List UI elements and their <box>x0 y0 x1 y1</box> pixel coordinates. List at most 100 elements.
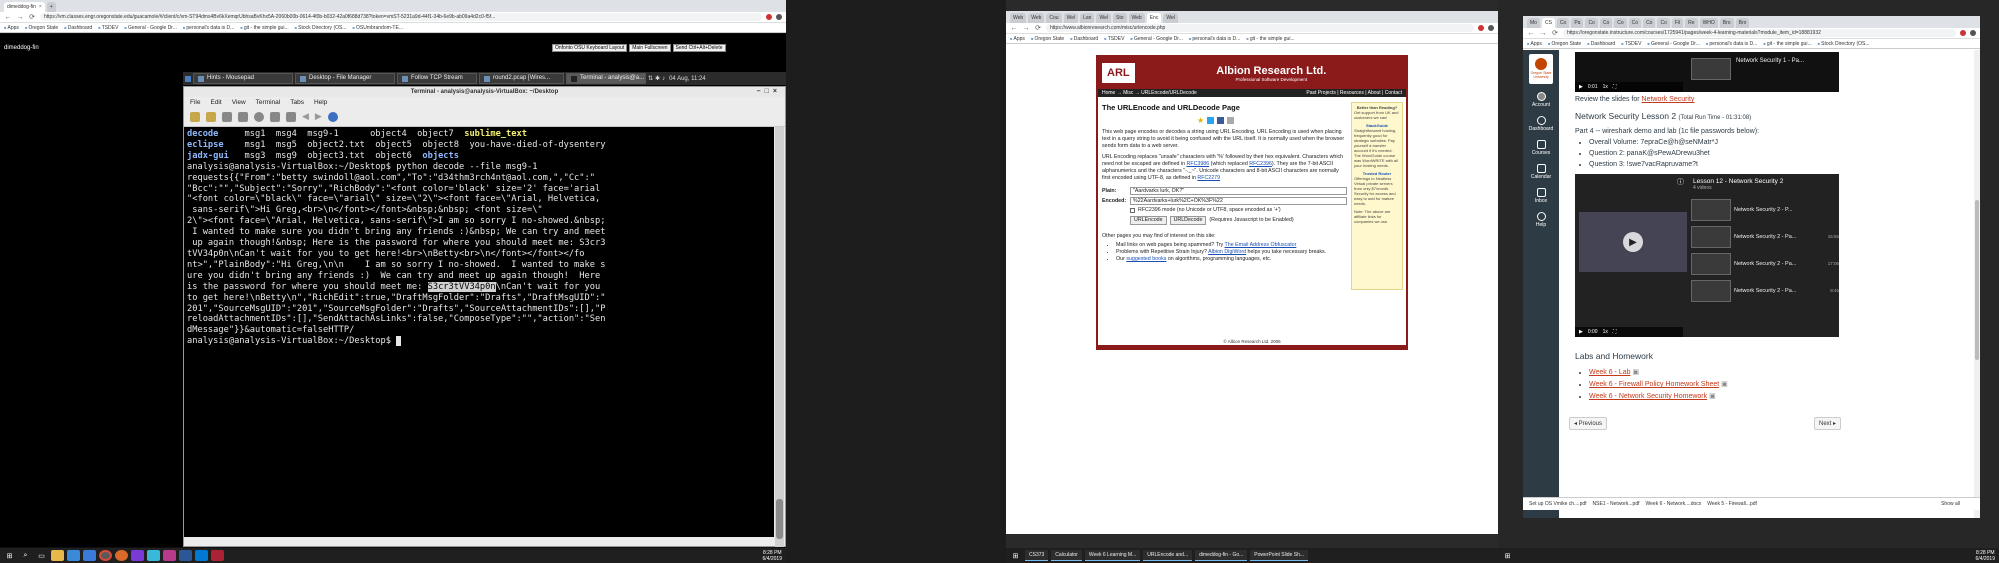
books-link[interactable]: suggested books <box>1126 256 1166 262</box>
file-icon[interactable]: ▣ <box>1721 381 1728 388</box>
bookmark[interactable]: Dashboard <box>1587 41 1615 47</box>
video-player-1[interactable]: Network Security 1 - Pa... ▶ 0:01 1x ⛶ <box>1575 52 1839 92</box>
menu-edit[interactable]: Edit <box>210 99 221 106</box>
windows-start-icon[interactable]: ⊞ <box>1009 550 1022 561</box>
bookmark[interactable]: TSDEV <box>1104 36 1125 42</box>
url-field[interactable]: https://oregonstate.instructure.com/cour… <box>1563 29 1956 37</box>
firefox-icon[interactable] <box>115 550 128 561</box>
forward-icon[interactable]: → <box>16 14 24 21</box>
bookmark[interactable]: Stock Directory (OS... <box>295 25 346 31</box>
paste-icon[interactable] <box>238 111 248 122</box>
panel-task[interactable]: Follow TCP Stream <box>397 73 477 84</box>
encoded-input[interactable]: %22Aardvarks+lurk%2C+OK%3F%22 <box>1130 197 1347 205</box>
bookmark[interactable]: TSDEV <box>98 25 119 31</box>
task-view-icon[interactable]: ▭ <box>35 550 48 561</box>
network-icon[interactable]: ⇅ <box>648 75 653 82</box>
keyboard-layout-button[interactable]: Onfonto OSU Keyboard Layout <box>552 44 628 52</box>
lab-link[interactable]: Week 6 - Lab <box>1589 369 1631 376</box>
rfc3986-link[interactable]: RFC3986 <box>1187 161 1210 167</box>
video-frame[interactable]: ▶ <box>1579 212 1687 272</box>
playlist-item[interactable]: Network Security 2 - Pa... 9:45 <box>1691 277 1839 304</box>
nav-links[interactable]: Past Projects | Resources | About | Cont… <box>1306 90 1402 96</box>
slides-link[interactable]: Network Security <box>1642 96 1695 103</box>
reload-icon[interactable]: ⟳ <box>1034 24 1042 32</box>
extension-icon[interactable] <box>1478 25 1484 31</box>
nav-inbox[interactable]: Inbox <box>1523 188 1559 204</box>
chrome-tab[interactable]: Co <box>1657 18 1670 28</box>
obfuscator-link[interactable]: The Email Address Obfuscator <box>1225 242 1297 248</box>
chrome-tab[interactable]: Fil <box>1671 18 1684 28</box>
vm-viewport[interactable]: dimeddog-fin Onfonto OSU Keyboard Layout… <box>0 34 786 547</box>
panel-task[interactable]: Hints - Mousepad <box>193 73 293 84</box>
bookmark[interactable]: General - Google Dr... <box>1647 41 1700 47</box>
taskbar-item[interactable]: dimeddog-fin - Go... <box>1195 550 1248 561</box>
digiword-link[interactable]: Albion DigiWord <box>1208 249 1246 255</box>
help-icon[interactable] <box>327 111 338 122</box>
bookmark[interactable]: Apps <box>1527 41 1542 47</box>
bookmark[interactable]: personal's data is D... <box>183 25 234 31</box>
bookmark[interactable]: personal's data is D... <box>1706 41 1757 47</box>
chrome-tab[interactable]: Cou <box>1046 13 1062 23</box>
chrome-tab[interactable]: Wel <box>1096 13 1111 23</box>
urldecode-button[interactable]: URLDecode <box>1169 216 1207 225</box>
scroll-thumb[interactable] <box>1975 200 1979 360</box>
zoom-icon[interactable] <box>286 111 296 122</box>
nav-help[interactable]: Help <box>1523 212 1559 228</box>
bookmark[interactable]: General - Google Dr... <box>1130 36 1183 42</box>
email-icon[interactable] <box>1227 117 1235 124</box>
fullscreen-button[interactable]: Main Fullscreen <box>629 44 671 52</box>
playlist-item[interactable]: Network Security 2 - P... <box>1691 196 1839 223</box>
new-window-icon[interactable] <box>206 111 216 122</box>
taskbar-item[interactable]: URLEncode and... <box>1143 550 1193 561</box>
previous-button[interactable]: ◂ Previous <box>1569 417 1608 430</box>
app-icon[interactable] <box>163 550 176 561</box>
nav-dashboard[interactable]: Dashboard <box>1523 116 1559 132</box>
show-all-link[interactable]: Show all <box>1941 501 1960 507</box>
bookmark[interactable]: git - the simple gui... <box>1246 36 1295 42</box>
playlist-item[interactable]: Network Security 2 - Pa... 15:56 <box>1691 223 1839 250</box>
new-tab-button[interactable]: + <box>46 2 56 12</box>
network-homework-link[interactable]: Week 6 - Network Security Homework <box>1589 393 1707 400</box>
bluetooth-icon[interactable]: ✱ <box>655 75 660 82</box>
chrome-tab[interactable]: Wel <box>1063 13 1079 23</box>
ctrl-alt-del-button[interactable]: Send Ctrl+Alt+Delete <box>672 44 726 52</box>
panel-task[interactable]: round2.pcap [Wires... <box>479 73 564 84</box>
back-icon[interactable]: ← <box>1010 25 1018 32</box>
outlook-icon[interactable] <box>195 550 208 561</box>
chrome-tab[interactable]: Web <box>1128 13 1145 23</box>
page-scrollbar[interactable] <box>1974 50 1980 518</box>
chrome-tab[interactable]: Co <box>1643 18 1656 28</box>
play-icon[interactable]: ▶ <box>1579 84 1583 90</box>
file-icon[interactable]: ▣ <box>1632 369 1639 376</box>
osu-logo[interactable]: Oregon State University <box>1529 54 1553 84</box>
app-icon[interactable] <box>211 550 224 561</box>
star-icon[interactable]: ★ <box>1197 116 1204 125</box>
chrome-tab[interactable]: Co <box>1556 18 1570 28</box>
download-item[interactable]: Set up OS Vmike ch....pdf <box>1529 501 1587 507</box>
facebook-icon[interactable] <box>1217 117 1225 124</box>
reload-icon[interactable]: ⟳ <box>1551 29 1559 37</box>
fullscreen-icon[interactable]: ⛶ <box>1613 329 1617 335</box>
copy-icon[interactable] <box>222 111 232 122</box>
back-icon[interactable]: ← <box>1527 30 1535 37</box>
extension-icon[interactable] <box>1960 30 1966 36</box>
plain-input[interactable]: "Aardvarks lurk, OK?" <box>1130 187 1347 195</box>
taskbar-item[interactable]: Week 6 Learning M... <box>1084 550 1141 561</box>
bookmark[interactable]: Oregon State <box>1031 36 1064 42</box>
next-button[interactable]: Next ▸ <box>1813 417 1841 430</box>
close-icon[interactable]: × <box>39 4 42 10</box>
menu-icon[interactable] <box>1488 25 1494 31</box>
menu-tabs[interactable]: Tabs <box>290 99 304 106</box>
chrome-tab[interactable]: WHO <box>1699 18 1718 28</box>
play-icon[interactable]: ▶ <box>1623 232 1643 252</box>
bookmark[interactable]: OSUmbrandom-TE... <box>353 25 403 31</box>
terminal-scrollbar[interactable] <box>775 127 784 547</box>
fullscreen-icon[interactable] <box>270 111 280 122</box>
reload-icon[interactable]: ⟳ <box>28 13 36 21</box>
bookmark[interactable]: General - Google Dr... <box>124 25 177 31</box>
download-item[interactable]: Week 6 - Network....docx <box>1646 501 1702 507</box>
menu-icon[interactable] <box>1970 30 1976 36</box>
bookmark[interactable]: git - the simple gui... <box>1763 41 1812 47</box>
file-explorer-icon[interactable] <box>51 550 64 561</box>
panel-task[interactable]: Desktop - File Manager <box>295 73 395 84</box>
